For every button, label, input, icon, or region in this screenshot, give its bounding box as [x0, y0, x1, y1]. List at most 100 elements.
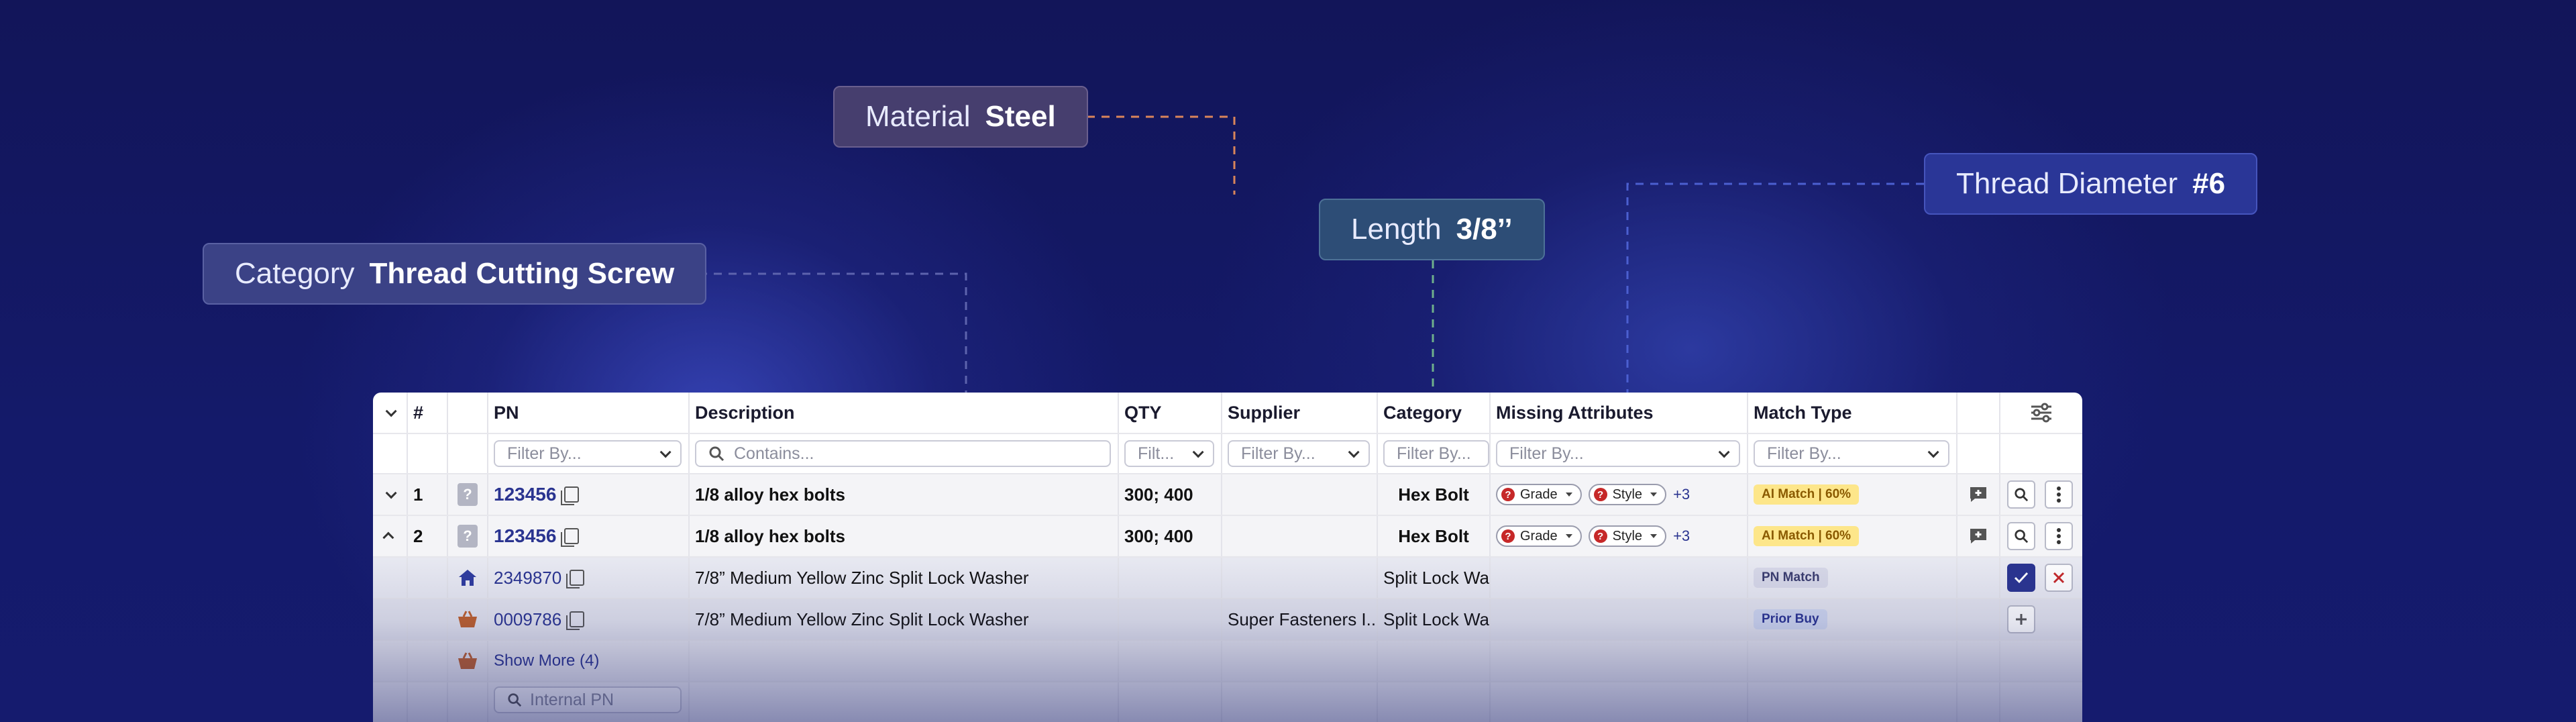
grade-chip[interactable]: ? Grade — [1496, 484, 1582, 505]
column-settings-button[interactable] — [2000, 393, 2082, 433]
more-attributes-link[interactable]: +3 — [1673, 527, 1690, 545]
chip-label: Grade — [1520, 486, 1558, 502]
filter-spacer — [373, 434, 408, 473]
more-options-button[interactable] — [2045, 522, 2073, 550]
pn-filter[interactable]: Filter By... — [494, 440, 682, 467]
chip-label: Grade — [1520, 528, 1558, 544]
spacer — [1957, 641, 2000, 681]
search-button[interactable] — [2007, 480, 2035, 509]
search-icon — [2015, 488, 2029, 502]
row-number: 2 — [408, 516, 448, 556]
match-type-cell: AI Match | 60% — [1748, 516, 1957, 556]
parts-table: # PN Description QTY Supplier Category M… — [373, 393, 2082, 722]
match-type-filter[interactable]: Filter By... — [1754, 440, 1949, 467]
copy-icon[interactable] — [566, 570, 585, 588]
thread-connector — [1626, 183, 1924, 393]
spacer — [1957, 682, 2000, 722]
missing-attributes-cell: ? Grade ? Style +3 — [1491, 474, 1748, 515]
grade-chip[interactable]: ? Grade — [1496, 525, 1582, 547]
missing-attributes-cell — [1491, 558, 1748, 598]
chevron-down-icon — [659, 446, 672, 458]
filter-spacer — [1957, 434, 2000, 473]
category-cell: Split Lock Was — [1378, 599, 1491, 639]
supplier-filter[interactable]: Filter By... — [1228, 440, 1370, 467]
add-comment-button[interactable] — [1957, 516, 2000, 556]
spacer — [1491, 641, 1748, 681]
chevron-down-icon — [385, 487, 397, 499]
row-actions — [2000, 474, 2082, 515]
header-description[interactable]: Description — [690, 393, 1119, 433]
list-item[interactable]: 0009786 7/8” Medium Yellow Zinc Split Lo… — [373, 599, 2082, 641]
chevron-down-icon — [1192, 446, 1204, 458]
match-type-cell: AI Match | 60% — [1748, 474, 1957, 515]
description-cell: 1/8 alloy hex bolts — [690, 516, 1119, 556]
copy-icon[interactable] — [561, 528, 580, 547]
collapse-row-button[interactable] — [373, 516, 408, 556]
spacer — [1378, 641, 1491, 681]
missing-attributes-filter[interactable]: Filter By... — [1496, 440, 1740, 467]
question-icon: ? — [1501, 529, 1515, 543]
category-connector — [699, 272, 967, 393]
search-button[interactable] — [2007, 522, 2035, 550]
description-filter-cell: Contains... — [690, 434, 1119, 473]
header-category[interactable]: Category — [1378, 393, 1491, 433]
description-filter[interactable]: Contains... — [695, 440, 1111, 467]
table-row[interactable]: 1 ? 123456 1/8 alloy hex bolts 300; 400 … — [373, 474, 2082, 516]
add-match-button[interactable] — [2007, 605, 2035, 633]
spacer — [373, 641, 408, 681]
header-qty[interactable]: QTY — [1119, 393, 1222, 433]
category-filter[interactable]: Filter By... — [1383, 440, 1489, 467]
spacer — [373, 682, 408, 722]
table-row[interactable]: 2 ? 123456 1/8 alloy hex bolts 300; 400 … — [373, 516, 2082, 558]
home-icon — [459, 570, 476, 586]
list-item[interactable]: 2349870 7/8” Medium Yellow Zinc Split Lo… — [373, 558, 2082, 599]
internal-pn-row: Internal PN — [373, 682, 2082, 722]
style-chip[interactable]: ? Style — [1588, 525, 1667, 547]
missing-attributes-cell — [1491, 599, 1748, 639]
collapse-all-button[interactable] — [373, 393, 408, 433]
category-tag-value: Thread Cutting Screw — [369, 257, 675, 290]
description-cell: 1/8 alloy hex bolts — [690, 474, 1119, 515]
copy-icon[interactable] — [566, 611, 585, 630]
supplier-filter-text: Filter By... — [1241, 444, 1316, 463]
copy-icon[interactable] — [561, 486, 580, 505]
unknown-item-icon-cell: ? — [448, 516, 488, 556]
pn-link[interactable]: 0009786 — [494, 609, 561, 630]
material-tag-value: Steel — [985, 100, 1056, 133]
spacer — [1119, 641, 1222, 681]
expand-row-button[interactable] — [373, 474, 408, 515]
reject-match-button[interactable] — [2045, 564, 2073, 592]
caret-down-icon — [1650, 493, 1658, 497]
thread-diameter-tag-label: Thread Diameter — [1956, 167, 2178, 200]
show-more-link[interactable]: Show More (4) — [494, 652, 599, 670]
more-attributes-link[interactable]: +3 — [1673, 486, 1690, 503]
internal-pn-input[interactable]: Internal PN — [494, 686, 682, 713]
header-pn[interactable]: PN — [488, 393, 690, 433]
spacer — [373, 558, 408, 598]
home-icon-cell — [448, 558, 488, 598]
spacer — [408, 599, 448, 639]
close-icon — [2053, 572, 2065, 584]
header-num: # — [408, 393, 448, 433]
style-chip[interactable]: ? Style — [1588, 484, 1667, 505]
match-badge: Prior Buy — [1754, 609, 1827, 629]
add-comment-button[interactable] — [1957, 474, 2000, 515]
pn-link[interactable]: 2349870 — [494, 568, 561, 588]
qty-filter[interactable]: Filt... — [1124, 440, 1214, 467]
header-supplier[interactable]: Supplier — [1222, 393, 1378, 433]
row-actions — [2000, 599, 2082, 639]
material-connector — [1087, 115, 1236, 195]
header-missing-attributes[interactable]: Missing Attributes — [1491, 393, 1748, 433]
missing-filter-text: Filter By... — [1509, 444, 1584, 463]
chevron-down-icon — [1927, 446, 1939, 458]
more-options-button[interactable] — [2045, 480, 2073, 509]
category-filter-text: Filter By... — [1397, 444, 1471, 463]
caret-down-icon — [1565, 534, 1572, 538]
plus-icon — [2016, 614, 2027, 625]
header-match-type[interactable]: Match Type — [1748, 393, 1957, 433]
unknown-item-icon-cell: ? — [448, 474, 488, 515]
accept-match-button[interactable] — [2007, 564, 2035, 592]
pn-cell: 123456 — [488, 516, 690, 556]
pn-link[interactable]: 123456 — [494, 525, 556, 547]
pn-link[interactable]: 123456 — [494, 484, 556, 505]
